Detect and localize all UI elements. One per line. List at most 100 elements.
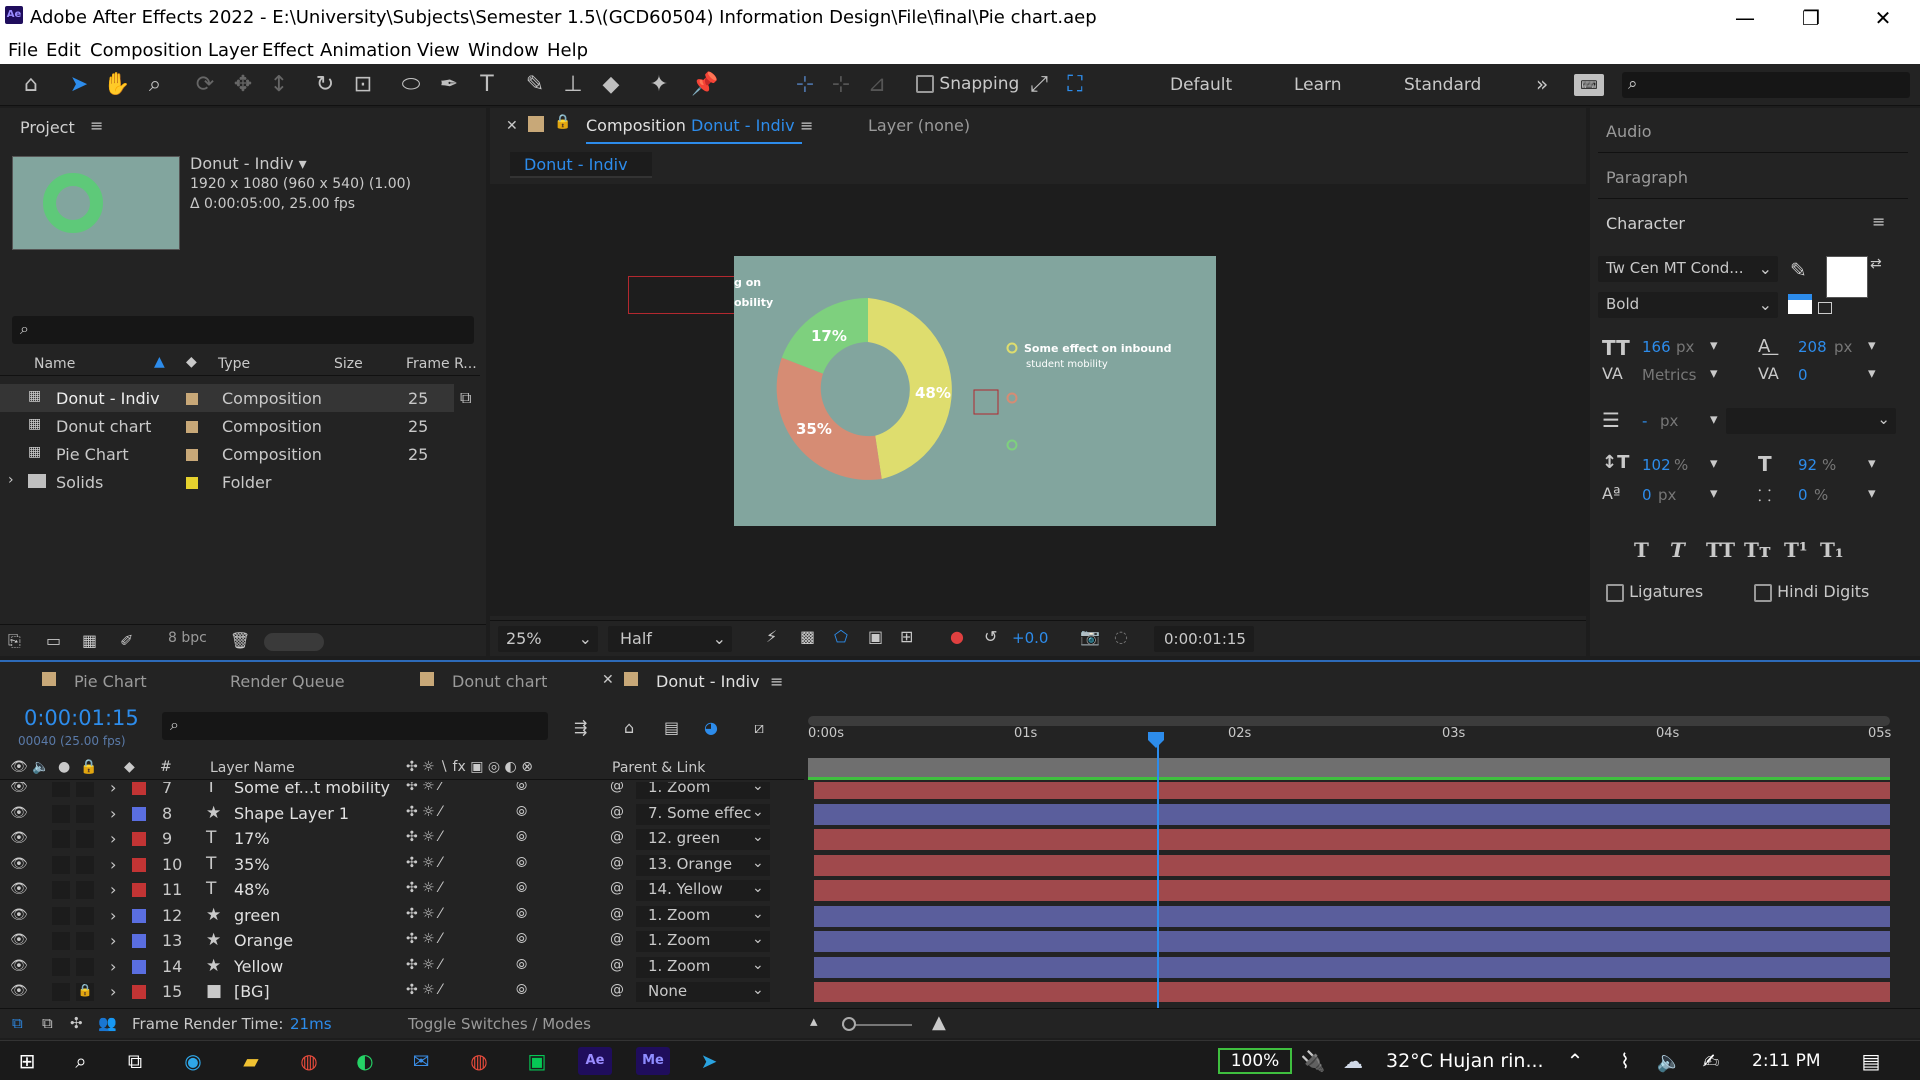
chevron-down-icon[interactable]: ⌄ bbox=[752, 855, 764, 871]
channels-icon[interactable]: ● bbox=[950, 627, 964, 646]
clock[interactable]: 2:11 PM bbox=[1752, 1051, 1821, 1071]
orbit-tool-icon[interactable]: ⟳ bbox=[190, 70, 220, 100]
search-icon[interactable]: ⌕ bbox=[66, 1047, 96, 1075]
new-folder-icon[interactable]: ▭ bbox=[46, 631, 61, 650]
panel-menu-icon[interactable]: ≡ bbox=[90, 116, 103, 135]
motion-blur-switch-icon[interactable]: ⦾ bbox=[516, 829, 527, 845]
chevron-right-icon[interactable]: › bbox=[110, 957, 116, 976]
label-color-swatch[interactable] bbox=[132, 934, 146, 948]
label-color-swatch[interactable] bbox=[132, 883, 146, 897]
snapshot-icon[interactable]: 📷 bbox=[1080, 627, 1100, 646]
graph-editor-icon[interactable]: ⧄ bbox=[754, 718, 764, 738]
solo-switch[interactable] bbox=[52, 957, 70, 976]
chevron-down-icon[interactable]: ⌄ bbox=[752, 957, 764, 973]
layer-switches-icon[interactable]: ⧉ bbox=[42, 1014, 53, 1032]
toggle-switches-modes-button[interactable]: Toggle Switches / Modes bbox=[408, 1015, 591, 1033]
solo-switch[interactable] bbox=[52, 855, 70, 874]
whatsapp-icon[interactable]: ◐ bbox=[350, 1047, 380, 1075]
menu-layer[interactable]: Layer bbox=[208, 40, 258, 61]
vertical-scale-value[interactable]: 102 bbox=[1642, 456, 1671, 474]
roto-tool-icon[interactable]: ✦ bbox=[644, 70, 674, 100]
small-caps-button[interactable]: Tт bbox=[1744, 538, 1771, 562]
eye-icon[interactable]: 👁 bbox=[10, 907, 28, 923]
timeline-layer-row[interactable]: 👁 › 10 T 35% ✣ ☼ ⁄ ⦾ @13. Orange ⌄ bbox=[0, 853, 1895, 878]
lock-switch[interactable] bbox=[76, 782, 94, 797]
eye-icon[interactable]: 👁 bbox=[10, 805, 28, 821]
menu-help[interactable]: Help bbox=[547, 40, 588, 61]
chevron-down-icon[interactable]: ▾ bbox=[1710, 336, 1718, 354]
chevron-down-icon[interactable]: ⌄ bbox=[752, 931, 764, 947]
stroke-value[interactable]: - bbox=[1642, 412, 1647, 430]
solo-switch[interactable] bbox=[52, 782, 70, 797]
work-area-range[interactable] bbox=[808, 758, 1890, 780]
black-white-swatch[interactable] bbox=[1788, 294, 1812, 314]
layer-duration-bar[interactable] bbox=[814, 854, 1890, 876]
resolution-select[interactable]: Half ⌄ bbox=[608, 626, 732, 652]
solo-toggle-icon[interactable]: ● bbox=[58, 759, 70, 775]
layer-name[interactable]: Shape Layer 1 bbox=[234, 804, 349, 823]
audio-panel-tab[interactable]: Audio bbox=[1606, 122, 1651, 141]
project-row[interactable]: ▦ Donut chart Composition 25 bbox=[0, 412, 454, 440]
pan-tool-icon[interactable]: ✥ bbox=[228, 70, 258, 100]
panel-menu-icon[interactable]: ≡ bbox=[770, 672, 783, 691]
chevron-right-icon[interactable]: › bbox=[110, 782, 116, 797]
comp-name-label[interactable]: Donut - Indiv ▾ bbox=[190, 154, 307, 173]
menu-edit[interactable]: Edit bbox=[46, 40, 81, 61]
hindi-digits-checkbox[interactable]: Hindi Digits bbox=[1754, 582, 1869, 602]
project-row[interactable]: › Solids Folder bbox=[0, 468, 454, 496]
eyedropper-icon[interactable]: ✎ bbox=[1790, 258, 1807, 282]
rotate-tool-icon[interactable]: ↻ bbox=[310, 70, 340, 100]
stamp-tool-icon[interactable]: ⊥ bbox=[558, 70, 588, 100]
timeline-layer-row[interactable]: 👁 › 12 ★ green ✣ ☼ ⁄ ⦾ @1. Zoom ⌄ bbox=[0, 904, 1895, 929]
battery-indicator[interactable]: 100% bbox=[1218, 1048, 1292, 1074]
eraser-tool-icon[interactable]: ◆ bbox=[596, 70, 626, 100]
layer-name[interactable]: 17% bbox=[234, 829, 270, 848]
solo-switch[interactable] bbox=[52, 804, 70, 823]
pick-whip-icon[interactable]: @ bbox=[610, 880, 624, 896]
weather-text[interactable]: 32°C Hujan rin... bbox=[1386, 1050, 1544, 1072]
faux-italic-button[interactable]: T bbox=[1670, 538, 1685, 562]
motion-blur-switch-icon[interactable]: ⦾ bbox=[516, 855, 527, 871]
menu-composition[interactable]: Composition bbox=[90, 40, 202, 61]
pick-whip-icon[interactable]: @ bbox=[610, 804, 624, 820]
chevron-right-icon[interactable]: › bbox=[110, 804, 116, 823]
zoom-out-icon[interactable]: ▴ bbox=[810, 1012, 818, 1030]
puppet-tool-icon[interactable]: 📌 bbox=[690, 70, 720, 100]
mail-icon[interactable]: ✉ bbox=[406, 1047, 436, 1075]
transform-switch-icon[interactable]: ✣ ☼ ⁄ bbox=[406, 931, 442, 947]
show-snapshot-icon[interactable]: ◌ bbox=[1114, 627, 1128, 646]
horizontal-scale-value[interactable]: 92 bbox=[1798, 456, 1817, 474]
video-toggle-icon[interactable]: 👁 bbox=[10, 759, 28, 775]
pen-icon[interactable]: ✍ bbox=[1696, 1047, 1726, 1075]
transform-switch-icon[interactable]: ✣ ☼ ⁄ bbox=[406, 804, 442, 820]
file-explorer-icon[interactable]: ▰ bbox=[236, 1047, 266, 1075]
chevron-down-icon[interactable]: ▾ bbox=[1710, 484, 1718, 502]
timeline-layer-row[interactable]: 👁 › 8 ★ Shape Layer 1 ✣ ☼ ⁄ ⦾ @7. Some effec ⌄ bbox=[0, 802, 1895, 827]
axis-local-icon[interactable]: ⊹ bbox=[790, 70, 820, 100]
chevron-down-icon[interactable]: ▾ bbox=[1710, 364, 1718, 382]
superscript-button[interactable]: T¹ bbox=[1784, 538, 1808, 562]
exposure-value[interactable]: +0.0 bbox=[1012, 629, 1048, 647]
motion-blur-switch-icon[interactable]: ⦾ bbox=[516, 880, 527, 896]
eye-icon[interactable]: 👁 bbox=[10, 856, 28, 872]
axis-world-icon[interactable]: ⊹ bbox=[826, 70, 856, 100]
hand-tool-icon[interactable]: ✋ bbox=[102, 70, 132, 100]
parent-select[interactable]: 1. Zoom bbox=[636, 956, 770, 978]
lock-icon[interactable]: 🔒 bbox=[554, 114, 571, 130]
pick-whip-icon[interactable]: @ bbox=[610, 906, 624, 922]
media-encoder-taskbar-icon[interactable]: Me bbox=[636, 1047, 670, 1075]
chevron-down-icon[interactable]: ▾ bbox=[1868, 336, 1876, 354]
timeline-tab-render-queue[interactable]: Render Queue bbox=[230, 672, 345, 691]
lock-switch[interactable]: 🔒 bbox=[76, 983, 94, 1001]
type-tool-icon[interactable]: T bbox=[472, 70, 502, 100]
label-color-swatch[interactable] bbox=[132, 959, 146, 974]
parent-select[interactable]: 12. green bbox=[636, 829, 770, 850]
timeline-layer-row[interactable]: 👁 › 7 T Some ef...t mobility ✣ ☼ ⁄ ⦾ @1. Zoom ⌄ bbox=[0, 782, 1895, 801]
chevron-right-icon[interactable]: › bbox=[110, 906, 116, 925]
chevron-down-icon[interactable]: ⌄ bbox=[752, 829, 764, 845]
font-style-select[interactable]: Bold ⌄ bbox=[1598, 292, 1778, 318]
time-ruler[interactable]: 0:00s 01s 02s 03s 04s 05s bbox=[808, 726, 1891, 746]
solo-switch[interactable] bbox=[52, 906, 70, 925]
chevron-right-icon[interactable]: › bbox=[110, 829, 116, 848]
new-comp-icon[interactable]: ▦ bbox=[82, 631, 97, 650]
